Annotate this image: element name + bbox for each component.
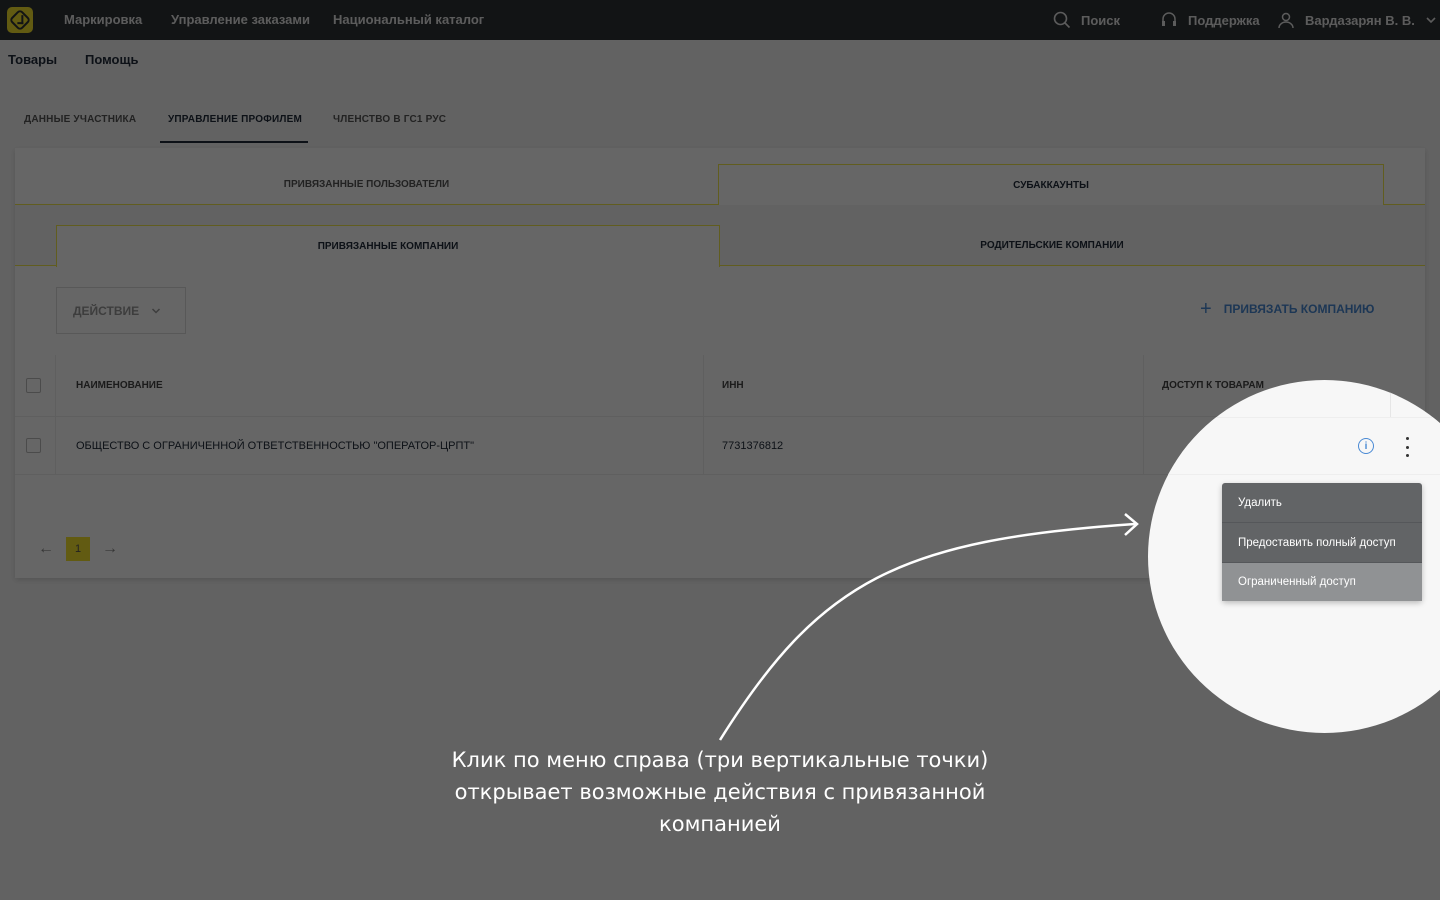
company-name: ОБЩЕСТВО С ОГРАНИЧЕННОЙ ОТВЕТСТВЕННОСТЬЮ… [76, 439, 475, 452]
column-divider [703, 417, 704, 474]
row-checkbox[interactable] [26, 438, 41, 453]
company-inn: 7731376812 [722, 439, 784, 452]
row-context-menu: Удалить Предоставить полный доступ Огран… [1222, 483, 1422, 601]
select-all-checkbox[interactable] [26, 378, 41, 393]
tab-participant-data[interactable]: ДАННЫЕ УЧАСТНИКА [24, 114, 136, 125]
user-name: Вардазарян В. В. [1305, 12, 1415, 28]
prev-page-arrow-icon[interactable]: ← [38, 540, 54, 558]
search-label: Поиск [1081, 12, 1121, 28]
tab-linked-companies[interactable]: ПРИВЯЗАННЫЕ КОМПАНИИ [56, 225, 720, 267]
support-button[interactable]: Поддержка [1160, 0, 1260, 40]
chevron-down-icon [1426, 17, 1436, 24]
search-icon [1053, 11, 1071, 29]
chevron-down-icon [152, 307, 161, 314]
tab-parent-companies[interactable]: РОДИТЕЛЬСКИЕ КОМПАНИИ [720, 225, 1384, 266]
column-divider [1143, 417, 1144, 474]
link-company-label: ПРИВЯЗАТЬ КОМПАНИЮ [1223, 302, 1375, 316]
column-divider [1143, 355, 1144, 416]
header-inn[interactable]: ИНН [722, 355, 744, 416]
table-header: НАИМЕНОВАНИЕ ИНН ДОСТУП К ТОВАРАМ [15, 355, 1391, 417]
pagination: ← 1 → [38, 537, 118, 561]
page-current[interactable]: 1 [66, 537, 90, 561]
row-select-cell [26, 417, 41, 474]
headset-icon [1162, 12, 1176, 26]
subnav-help[interactable]: Помощь [85, 52, 138, 67]
action-label: ДЕЙСТВИЕ [73, 303, 140, 318]
action-dropdown[interactable]: ДЕЙСТВИЕ [56, 287, 186, 334]
nav-national-catalog[interactable]: Национальный каталог [333, 0, 484, 40]
section-tabs: ПРИВЯЗАННЫЕ ПОЛЬЗОВАТЕЛИ СУБАККАУНТЫ [15, 164, 1425, 206]
tab-profile-management[interactable]: УПРАВЛЕНИЕ ПРОФИЛЕМ [168, 114, 302, 125]
column-divider [703, 355, 704, 416]
plus-icon: + [1200, 298, 1212, 320]
menu-grant-full-access[interactable]: Предоставить полный доступ [1222, 523, 1422, 563]
user-menu[interactable]: Вардазарян В. В. [1277, 0, 1437, 40]
support-label: Поддержка [1188, 12, 1260, 28]
zoomed-table-row [1148, 417, 1440, 475]
column-divider [55, 355, 56, 416]
search-button[interactable]: Поиск [1053, 0, 1120, 40]
app-logo-icon[interactable] [7, 7, 33, 33]
header-name[interactable]: НАИМЕНОВАНИЕ [76, 355, 163, 416]
info-icon[interactable]: i [1358, 438, 1374, 454]
tutorial-caption: Клик по меню справа (три вертикальные то… [451, 748, 989, 836]
tab-subaccounts[interactable]: СУБАККАУНТЫ [718, 164, 1384, 206]
active-tab-indicator [160, 141, 308, 143]
user-icon [1278, 12, 1294, 29]
link-company-button[interactable]: + ПРИВЯЗАТЬ КОМПАНИЮ [1200, 298, 1375, 320]
tab-linked-users[interactable]: ПРИВЯЗАННЫЕ ПОЛЬЗОВАТЕЛИ [15, 164, 718, 205]
nav-order-management[interactable]: Управление заказами [171, 0, 310, 40]
menu-delete[interactable]: Удалить [1222, 483, 1422, 523]
select-all-cell [26, 355, 41, 416]
tab-gs1-membership[interactable]: ЧЛЕНСТВО В ГС1 РУС [333, 114, 446, 125]
subnav-goods[interactable]: Товары [8, 52, 57, 67]
nav-marking[interactable]: Маркировка [64, 0, 142, 40]
subaccount-tabs: ПРИВЯЗАННЫЕ КОМПАНИИ РОДИТЕЛЬСКИЕ КОМПАН… [15, 205, 1425, 267]
more-vertical-icon[interactable] [1403, 437, 1411, 457]
next-page-arrow-icon[interactable]: → [102, 540, 118, 558]
top-bar: Маркировка Управление заказами Националь… [0, 0, 1440, 40]
column-divider [55, 417, 56, 474]
menu-limited-access[interactable]: Ограниченный доступ [1222, 563, 1422, 601]
